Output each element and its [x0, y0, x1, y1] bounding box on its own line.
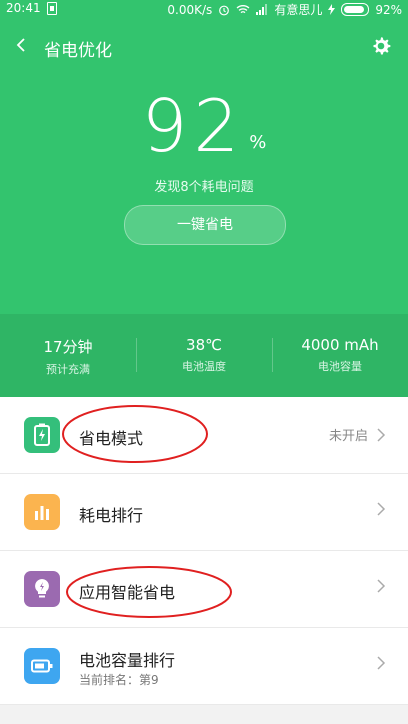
battery-level-value: 92 [141, 84, 246, 168]
status-time: 20:41 [6, 1, 41, 15]
lightbulb-bolt-icon [24, 571, 60, 607]
stat-value: 17分钟 [43, 338, 93, 356]
one-key-save-button[interactable]: 一键省电 [124, 205, 286, 245]
battery-percent: 92% [375, 2, 402, 17]
stat-label: 电池温度 [182, 360, 226, 373]
chevron-right-icon [377, 656, 386, 670]
annotation-circle-smart-app-saving [66, 566, 232, 618]
chevron-right-icon [377, 502, 386, 516]
list-item-label: 耗电排行 [79, 506, 144, 525]
list-item-right [376, 579, 386, 593]
app-header: 省电优化 [0, 30, 408, 64]
current-rank: 当前排名：第9 [79, 673, 159, 687]
list-item-capacity-ranking[interactable]: 电池容量排行 当前排名：第9 [0, 628, 408, 705]
bar-chart-icon [24, 494, 60, 530]
stat-value: 4000 mAh [301, 336, 379, 354]
stat-label: 预计充满 [46, 363, 90, 376]
battery-stats: 17分钟 预计充满 38℃ 电池温度 4000 mAh 电池容量 [0, 336, 408, 376]
carrier-name: 有意思儿 [274, 3, 323, 17]
battery-icon [341, 3, 370, 16]
issues-found-text: 发现8个耗电问题 [154, 180, 254, 195]
alarm-icon [219, 5, 230, 15]
charging-icon [328, 4, 336, 15]
stat-charge-time: 17分钟 预计充满 [0, 336, 136, 376]
signal-icon [256, 4, 268, 15]
sim-card-icon [46, 1, 57, 15]
battery-overview-panel: 20:41 0.00K/s 有意思儿 92% 省电优化 92% 发现8个耗电问题… [0, 0, 408, 397]
chevron-right-icon [377, 427, 386, 442]
wifi-icon [236, 5, 250, 14]
list-item-right: 未开启 [329, 425, 386, 444]
battery-level-unit: % [249, 132, 267, 153]
stat-value: 38℃ [186, 336, 222, 354]
gear-icon[interactable] [370, 35, 392, 57]
battery-bolt-icon [24, 417, 60, 453]
page-title: 省电优化 [44, 41, 112, 61]
list-item-power-ranking[interactable]: 耗电排行 [0, 474, 408, 551]
battery-capacity-icon [24, 648, 60, 684]
annotation-circle-power-saving-mode [62, 405, 208, 463]
list-item-label: 电池容量排行 [79, 651, 176, 670]
chevron-right-icon [377, 579, 386, 593]
status-bar: 20:41 0.00K/s 有意思儿 92% [0, 0, 408, 18]
mode-status: 未开启 [328, 429, 368, 444]
battery-level-display: 92% [0, 86, 408, 166]
list-item-right [376, 502, 386, 516]
stat-label: 电池容量 [318, 360, 362, 373]
stat-capacity: 4000 mAh 电池容量 [272, 336, 408, 376]
back-arrow-icon[interactable] [14, 38, 28, 52]
network-speed: 0.00K/s [167, 2, 213, 17]
stat-temperature: 38℃ 电池温度 [136, 336, 272, 376]
list-item-right [376, 656, 386, 670]
